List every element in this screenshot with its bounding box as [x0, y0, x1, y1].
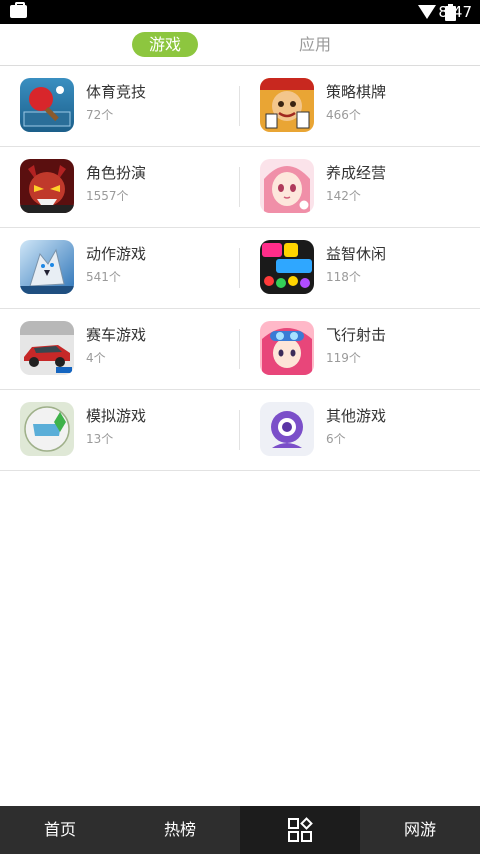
category-row: 模拟游戏 13个 其他游戏 6个: [0, 390, 480, 471]
category-count: 142个: [326, 189, 361, 203]
nav-online-games[interactable]: 网游: [360, 806, 480, 854]
category-item[interactable]: 策略棋牌 466个: [240, 66, 480, 146]
status-bar: 8:47: [0, 0, 480, 24]
category-count: 4个: [86, 351, 106, 365]
race-car-icon: [20, 321, 74, 375]
tab-apps[interactable]: 应用: [282, 32, 348, 57]
anime-girl-icon: [260, 159, 314, 213]
category-title: 其他游戏: [326, 407, 387, 425]
category-title: 角色扮演: [86, 164, 147, 182]
category-title: 养成经营: [326, 164, 387, 182]
table-tennis-icon: [20, 78, 74, 132]
bottom-navigation: 首页 热榜 网游: [0, 806, 480, 854]
category-title: 策略棋牌: [326, 83, 387, 101]
category-item[interactable]: 体育竞技 72个: [0, 66, 240, 146]
category-count: 541个: [86, 270, 121, 284]
category-row: 体育竞技 72个 策略棋牌 466个: [0, 66, 480, 147]
category-item[interactable]: 养成经营 142个: [240, 147, 480, 227]
card-game-icon: [260, 78, 314, 132]
category-item[interactable]: 飞行射击 119个: [240, 309, 480, 389]
pop-candy-icon: [260, 240, 314, 294]
category-tabs: 游戏 应用: [0, 24, 480, 66]
category-row: 动作游戏 541个 益智休闲 118个: [0, 228, 480, 309]
category-count: 466个: [326, 108, 361, 122]
category-count: 1557个: [86, 189, 129, 203]
status-time: 8:47: [438, 3, 472, 21]
nav-categories[interactable]: [240, 806, 360, 854]
category-item[interactable]: 模拟游戏 13个: [0, 390, 240, 470]
category-row: 赛车游戏 4个 飞行射击 119个: [0, 309, 480, 390]
wifi-icon: [418, 5, 436, 19]
category-item[interactable]: 动作游戏 541个: [0, 228, 240, 308]
category-count: 13个: [86, 432, 114, 446]
pilot-girl-icon: [260, 321, 314, 375]
category-grid: 体育竞技 72个 策略棋牌 466个 角色扮演 1557个 养成经营 142个 …: [0, 66, 480, 471]
category-item[interactable]: 益智休闲 118个: [240, 228, 480, 308]
grid-icon: [288, 817, 313, 842]
nav-hot-list[interactable]: 热榜: [120, 806, 240, 854]
nav-home[interactable]: 首页: [0, 806, 120, 854]
category-item[interactable]: 赛车游戏 4个: [0, 309, 240, 389]
webcam-icon: [260, 402, 314, 456]
sims-icon: [20, 402, 74, 456]
category-count: 118个: [326, 270, 361, 284]
category-title: 体育竞技: [86, 83, 147, 101]
category-row: 角色扮演 1557个 养成经营 142个: [0, 147, 480, 228]
category-item[interactable]: 角色扮演 1557个: [0, 147, 240, 227]
category-title: 模拟游戏: [86, 407, 147, 425]
monster-icon: [20, 159, 74, 213]
category-count: 72个: [86, 108, 114, 122]
category-title: 动作游戏: [86, 245, 147, 263]
category-title: 益智休闲: [326, 245, 387, 263]
tab-games[interactable]: 游戏: [132, 32, 198, 57]
category-count: 119个: [326, 351, 361, 365]
category-title: 赛车游戏: [86, 326, 147, 344]
briefcase-icon: [10, 2, 27, 18]
wolf-icon: [20, 240, 74, 294]
category-count: 6个: [326, 432, 346, 446]
category-title: 飞行射击: [326, 326, 387, 344]
category-item[interactable]: 其他游戏 6个: [240, 390, 480, 470]
